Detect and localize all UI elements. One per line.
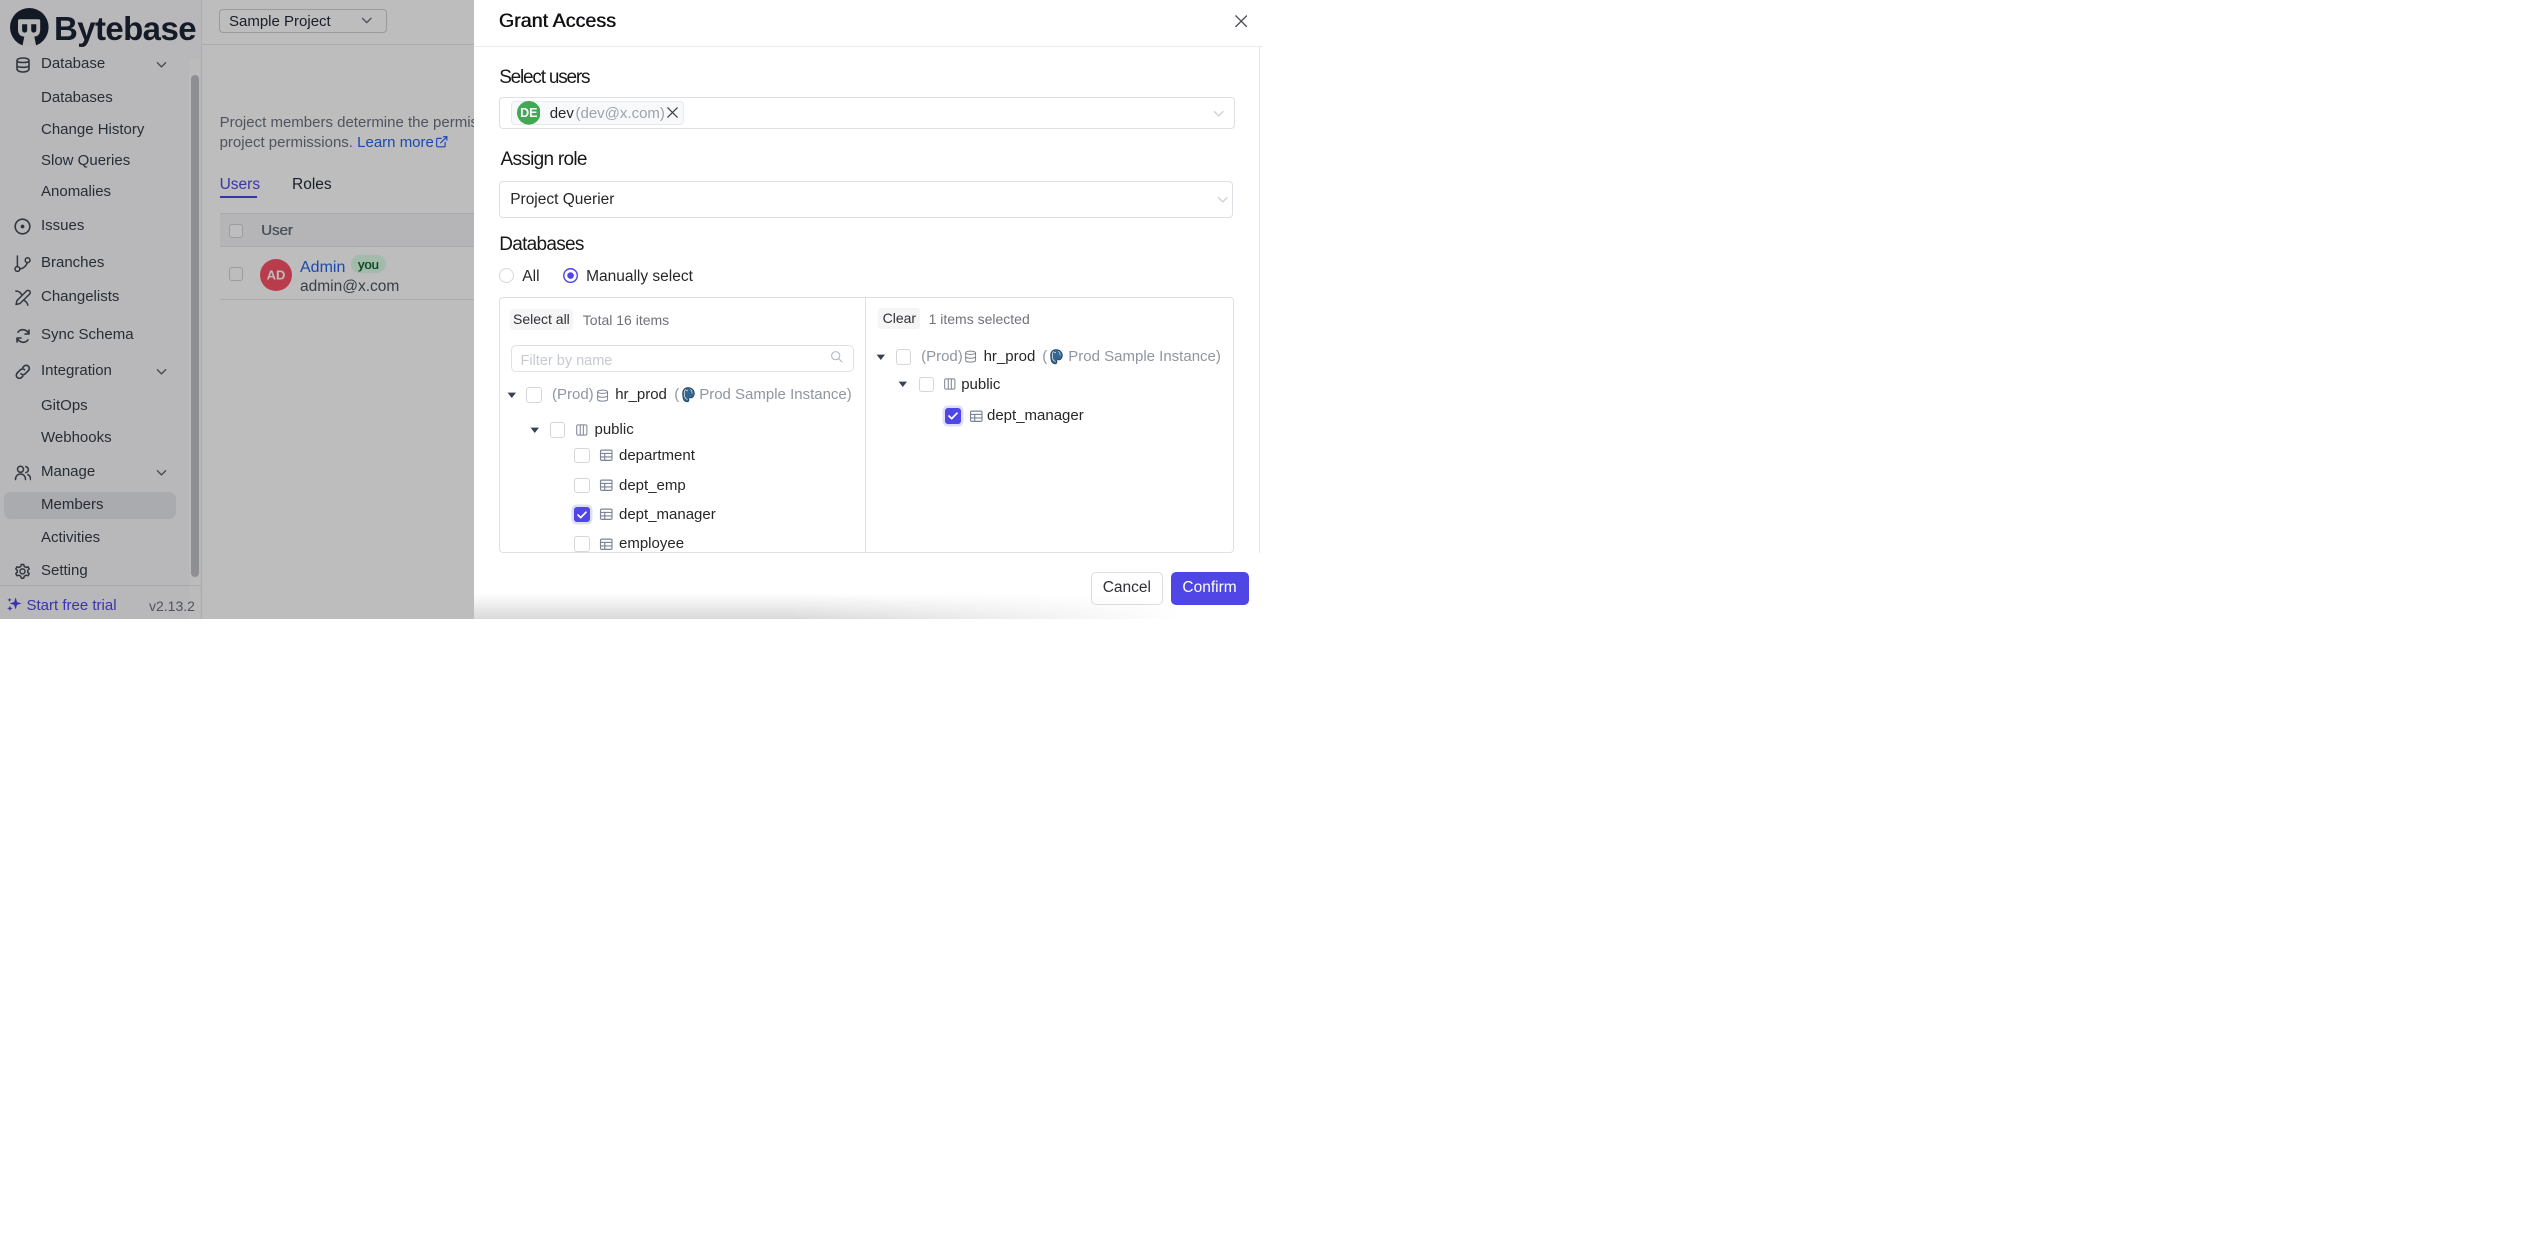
svg-text:DE: DE <box>520 106 537 120</box>
